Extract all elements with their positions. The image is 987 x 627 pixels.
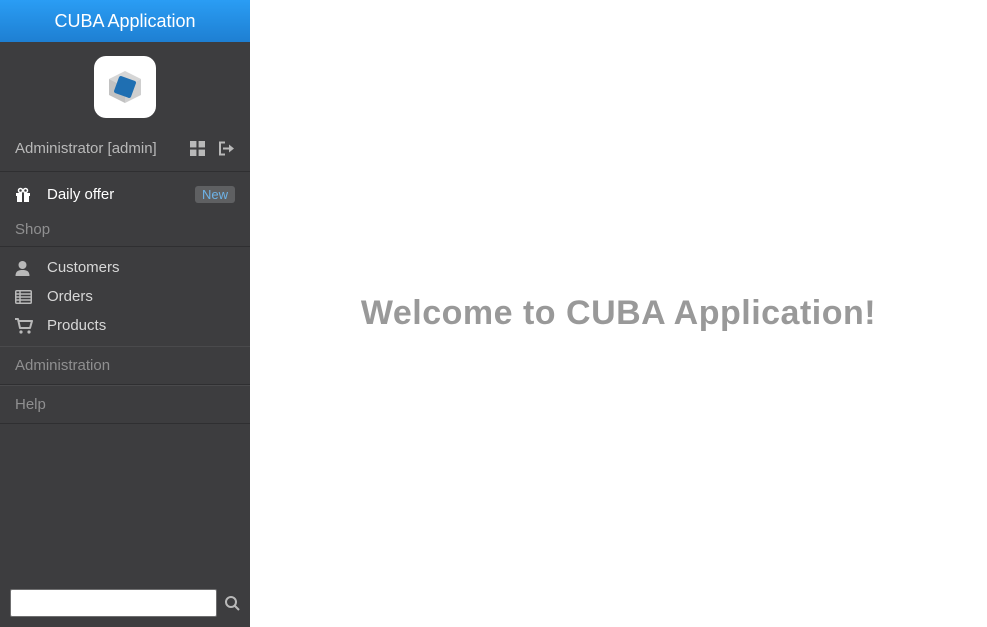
app-title: CUBA Application [54,11,195,32]
section-header-shop[interactable]: Shop [0,211,250,247]
nav-item-orders[interactable]: Orders [0,282,250,311]
user-display: Administrator [admin] [15,140,157,157]
section-header-help[interactable]: Help [0,385,250,424]
search-icon[interactable] [225,596,240,611]
logo-area [0,42,250,128]
gift-icon [15,187,37,203]
user-icon [15,260,37,276]
nav-item-daily-offer[interactable]: Daily offer New [0,172,250,211]
section-header-administration[interactable]: Administration [0,346,250,385]
nav-label: Products [47,317,235,334]
sidebar-footer [0,579,250,627]
user-row: Administrator [admin] [0,128,250,172]
nav-item-products[interactable]: Products [0,311,250,340]
list-icon [15,290,37,304]
main-content: Welcome to CUBA Application! [250,0,987,627]
search-input[interactable] [10,589,217,617]
cuba-logo-icon [103,65,147,109]
new-badge: New [195,186,235,203]
app-title-bar: CUBA Application [0,0,250,42]
sidebar: CUBA Application Administrator [admin] D… [0,0,250,627]
app-logo [94,56,156,118]
logout-icon[interactable] [219,141,235,156]
nav-label: Orders [47,288,235,305]
nav-label: Daily offer [47,186,195,203]
welcome-heading: Welcome to CUBA Application! [361,294,876,333]
shop-section: Customers Orders Products [0,247,250,346]
dashboard-icon[interactable] [190,141,205,156]
nav-item-customers[interactable]: Customers [0,253,250,282]
cart-icon [15,318,37,334]
nav-label: Customers [47,259,235,276]
